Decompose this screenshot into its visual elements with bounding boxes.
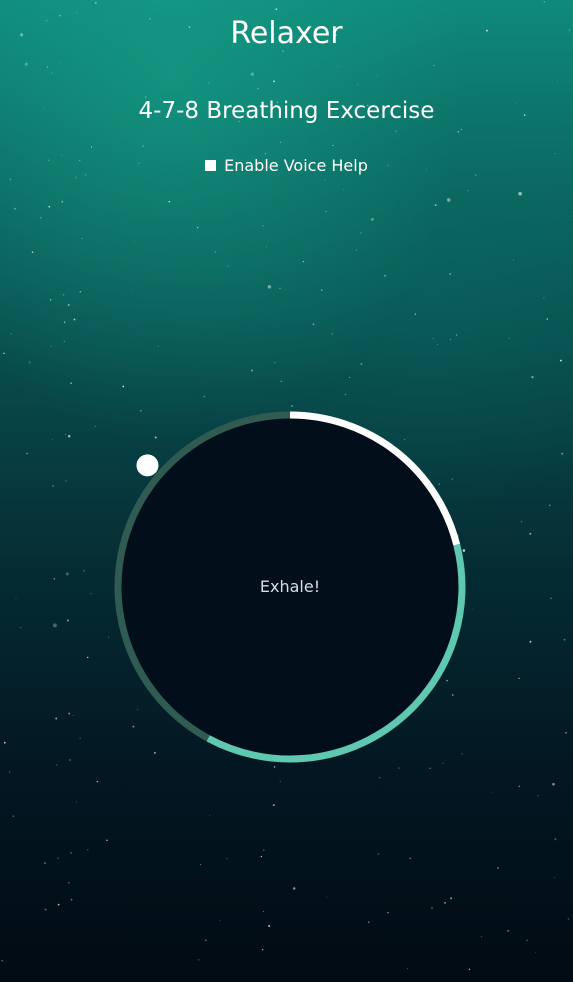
- breathing-timer: [114, 411, 466, 763]
- progress-pointer: [136, 454, 159, 477]
- breathing-instruction: Exhale!: [259, 577, 321, 596]
